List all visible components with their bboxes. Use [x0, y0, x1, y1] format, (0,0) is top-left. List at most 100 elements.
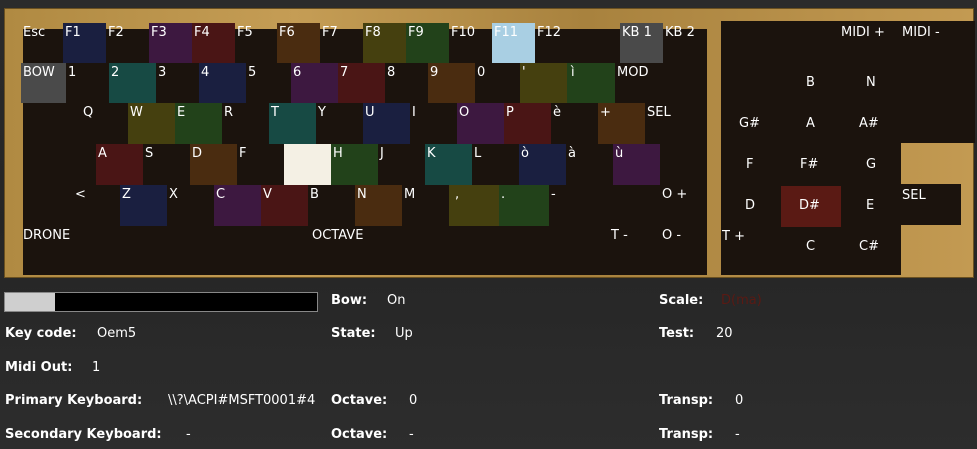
key-ograve[interactable]: ò	[519, 144, 566, 185]
key-b[interactable]: B	[308, 185, 355, 226]
note-e[interactable]: E	[841, 186, 901, 227]
key-5[interactable]: 5	[246, 63, 291, 103]
key-kb1[interactable]: KB 1	[620, 23, 663, 63]
key-egrave[interactable]: è	[551, 103, 598, 144]
key-v[interactable]: V	[261, 185, 308, 226]
key-plus[interactable]: +	[598, 103, 645, 144]
note-f-sharp[interactable]: F#	[781, 145, 841, 186]
key-transpose-down[interactable]: T -	[609, 226, 657, 275]
note-a-label: A	[806, 116, 815, 131]
note-a[interactable]: A	[781, 104, 841, 145]
key-p[interactable]: P	[504, 103, 551, 144]
key-q[interactable]: Q	[81, 103, 128, 144]
key-j[interactable]: J	[378, 144, 425, 185]
key-e[interactable]: E	[175, 103, 222, 144]
key-f3[interactable]: F3	[149, 23, 192, 63]
key-i[interactable]: I	[410, 103, 457, 144]
key-kb2[interactable]: KB 2	[663, 23, 706, 63]
key-t[interactable]: T	[269, 103, 316, 144]
key-apostrophe-label: '	[522, 65, 526, 80]
key-1[interactable]: 1	[66, 63, 109, 103]
key-f7[interactable]: F7	[320, 23, 363, 63]
key-l-label: L	[474, 146, 482, 161]
key-f11[interactable]: F11	[492, 23, 535, 63]
key-midi-plus[interactable]: MIDI +	[841, 21, 901, 61]
key-c[interactable]: C	[214, 185, 261, 226]
key-f11-label: F11	[494, 25, 519, 40]
key-6[interactable]: 6	[291, 63, 338, 103]
secondary-transp-value: -	[735, 427, 740, 442]
key-h[interactable]: H	[331, 144, 378, 185]
key-less-than[interactable]: <	[73, 185, 120, 226]
key-octave-space[interactable]: OCTAVE	[121, 226, 609, 275]
key-sel[interactable]: SEL	[645, 103, 707, 144]
key-u[interactable]: U	[363, 103, 410, 144]
key-f[interactable]: F	[237, 144, 284, 185]
key-8[interactable]: 8	[385, 63, 428, 103]
key-bow[interactable]: BOW	[21, 63, 66, 103]
key-a[interactable]: A	[96, 144, 143, 185]
key-z[interactable]: Z	[120, 185, 167, 226]
key-dot[interactable]: .	[499, 185, 549, 226]
key-w[interactable]: W	[128, 103, 175, 144]
key-y[interactable]: Y	[316, 103, 363, 144]
key-drone[interactable]: DRONE	[21, 226, 121, 275]
note-g[interactable]: G	[841, 145, 901, 186]
note-f[interactable]: F	[721, 145, 781, 186]
key-bow-label: BOW	[23, 65, 55, 80]
note-b[interactable]: B	[781, 63, 841, 104]
key-octave-space-label: OCTAVE	[312, 228, 364, 243]
note-d[interactable]: D	[721, 186, 781, 227]
key-f6[interactable]: F6	[277, 23, 320, 63]
key-r[interactable]: R	[222, 103, 269, 144]
key-f4[interactable]: F4	[192, 23, 235, 63]
key-g[interactable]	[284, 144, 331, 185]
key-s[interactable]: S	[143, 144, 190, 185]
note-c-sharp[interactable]: C#	[841, 227, 901, 275]
note-a-sharp-label: A#	[859, 116, 879, 131]
key-transpose-up[interactable]: T +	[721, 227, 781, 275]
key-esc[interactable]: Esc	[21, 23, 63, 63]
key-2-label: 2	[111, 65, 120, 80]
key-ugrave[interactable]: ù	[613, 144, 660, 185]
key-2[interactable]: 2	[109, 63, 156, 103]
key-f5[interactable]: F5	[235, 23, 278, 63]
key-b-label: B	[310, 187, 319, 202]
key-n[interactable]: N	[355, 185, 402, 226]
key-m[interactable]: M	[402, 185, 449, 226]
note-d-sharp[interactable]: D#	[781, 186, 841, 227]
key-o[interactable]: O	[457, 103, 504, 144]
key-d[interactable]: D	[190, 144, 237, 185]
key-igrave[interactable]: ì	[567, 63, 615, 103]
key-u-label: U	[365, 105, 375, 120]
key-0[interactable]: 0	[475, 63, 520, 103]
key-f9[interactable]: F9	[406, 23, 449, 63]
key-comma[interactable]: ,	[449, 185, 499, 226]
key-f2[interactable]: F2	[106, 23, 149, 63]
key-l[interactable]: L	[472, 144, 519, 185]
note-g-sharp[interactable]: G#	[721, 104, 781, 145]
note-c[interactable]: C	[781, 227, 841, 275]
key-f12[interactable]: F12	[535, 23, 578, 63]
key-7[interactable]: 7	[338, 63, 385, 103]
key-apostrophe[interactable]: '	[520, 63, 567, 103]
note-a-sharp[interactable]: A#	[841, 104, 901, 145]
key-f1[interactable]: F1	[63, 23, 106, 63]
key-f8[interactable]: F8	[363, 23, 406, 63]
key-midi-minus[interactable]: MIDI -	[901, 21, 975, 61]
key-9[interactable]: 9	[428, 63, 475, 103]
key-4[interactable]: 4	[199, 63, 246, 103]
key-x[interactable]: X	[167, 185, 214, 226]
key-midi-sel[interactable]: SEL	[901, 186, 961, 227]
key-3[interactable]: 3	[156, 63, 199, 103]
key-k[interactable]: K	[425, 144, 472, 185]
key-octave-up[interactable]: O +	[657, 185, 707, 226]
note-n[interactable]: N	[841, 63, 901, 104]
key-dash[interactable]: -	[549, 185, 657, 226]
key-mod[interactable]: MOD	[615, 63, 707, 103]
primary-octave-value: 0	[409, 393, 418, 408]
key-octave-down[interactable]: O -	[657, 226, 707, 275]
key-agrave-label: à	[568, 146, 576, 161]
key-agrave[interactable]: à	[566, 144, 613, 185]
key-f10[interactable]: F10	[449, 23, 492, 63]
